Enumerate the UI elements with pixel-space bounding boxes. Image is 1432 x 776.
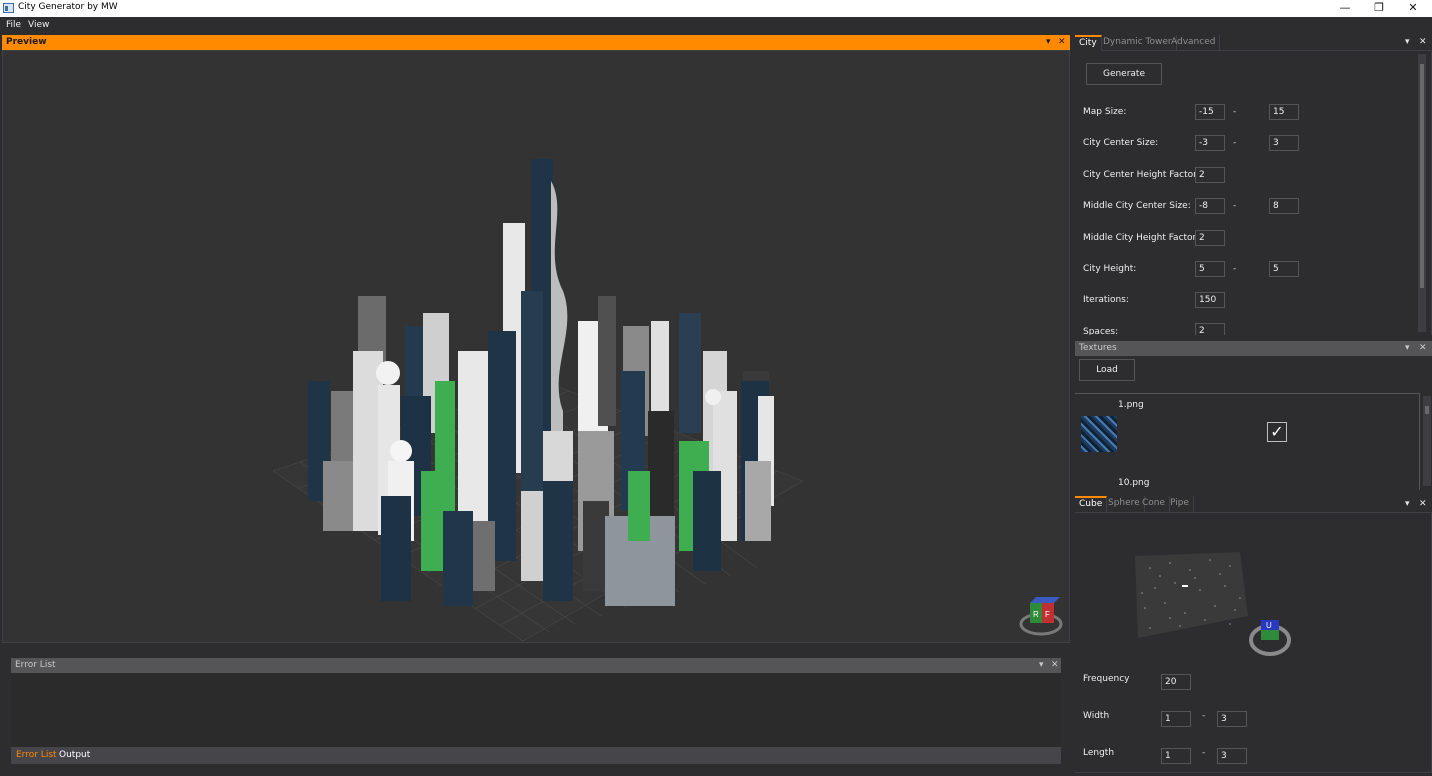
preview-header: Preview ▾ ✕ [2,35,1070,50]
error-list-body [11,673,1061,747]
svg-text:F: F [1045,610,1050,619]
city-height-label: City Height: [1083,264,1137,274]
minimize-icon[interactable]: — [1330,0,1360,17]
texture-name: 1.png [1118,400,1144,410]
svg-text:U: U [1266,621,1272,630]
middle-city-height-factor-label: Middle City Height Factor: [1083,233,1200,243]
middle-city-height-factor-input[interactable]: 2 [1195,230,1225,246]
middle-city-center-size-min-input[interactable]: -8 [1195,198,1225,214]
city-tabs: City Dynamic Tower Advanced ▾ ✕ [1075,35,1432,51]
range-dash: - [1233,138,1237,148]
pin-icon[interactable]: ▾ [1405,341,1410,356]
window-title: City Generator by MW [18,2,118,12]
primitive-tabs: Cube Sphere Cone Pipe ▾ ✕ [1075,496,1432,513]
menu-bar: File View [0,17,1432,34]
iterations-input[interactable]: 150 [1195,292,1225,308]
texture-thumbnail[interactable] [1081,416,1117,452]
app-icon [3,3,14,13]
texture-checkbox[interactable]: ✓ [1267,422,1287,442]
menu-view[interactable]: View [28,20,49,30]
primitive-panel: U Frequency 20 Width 1 - 3 Length 1 - 3 [1075,513,1432,773]
close-icon[interactable]: ✕ [1419,341,1427,356]
textures-header: Textures ▾ ✕ [1075,341,1432,356]
range-dash: - [1202,748,1206,758]
tab-cube[interactable]: Cube [1075,496,1108,512]
range-dash: - [1233,264,1237,274]
load-button[interactable]: Load [1079,359,1135,381]
frequency-label: Frequency [1083,674,1130,684]
title-bar: City Generator by MW — ❐ ✕ [0,0,1432,17]
tab-city[interactable]: City [1075,35,1102,51]
cube-preview[interactable]: U [1130,548,1300,663]
error-list-title: Error List [15,660,56,670]
width-min-input[interactable]: 1 [1161,711,1191,727]
length-max-input[interactable]: 3 [1217,748,1247,764]
dropdown-icon[interactable]: ▾ [1405,37,1410,47]
tab-advanced[interactable]: Advanced [1167,35,1221,51]
city-center-size-min-input[interactable]: -3 [1195,135,1225,151]
error-list-header: Error List ▾ ✕ [11,658,1061,673]
preview-viewport[interactable]: R F [2,50,1070,643]
range-dash: - [1233,107,1237,117]
orientation-cube-icon: R F [1019,597,1063,636]
range-dash: - [1202,711,1206,721]
close-icon[interactable]: ✕ [1419,499,1427,509]
city-center-height-factor-label: City Center Height Factor: [1083,170,1200,180]
tab-error-list[interactable]: Error List [16,750,57,760]
length-label: Length [1083,748,1115,758]
scrollbar-thumb[interactable] [1420,64,1424,288]
pin-icon[interactable]: ▾ [1039,658,1044,673]
texture-list: 1.png ✓ 10.png [1075,393,1431,490]
iterations-label: Iterations: [1083,295,1129,305]
preview-title: Preview [6,37,47,47]
pin-icon[interactable]: ▾ [1046,35,1051,50]
city-settings-panel: Generate Map Size: -15 - 15 City Center … [1075,52,1432,335]
dropdown-icon[interactable]: ▾ [1405,499,1410,509]
close-icon[interactable]: ✕ [1398,0,1428,17]
textures-panel: Load 1.png ✓ 10.png [1075,356,1432,490]
middle-city-center-size-max-input[interactable]: 8 [1269,198,1299,214]
svg-text:R: R [1033,610,1039,619]
restore-icon[interactable]: ❐ [1364,0,1394,17]
error-list-tabs: Error List Output [11,747,1061,764]
spaces-input[interactable]: 2 [1195,323,1225,335]
tab-output[interactable]: Output [59,750,90,760]
tab-dynamic-tower[interactable]: Dynamic Tower [1099,35,1177,51]
texture-name: 10.png [1118,478,1150,488]
city-center-height-factor-input[interactable]: 2 [1195,167,1225,183]
width-max-input[interactable]: 3 [1217,711,1247,727]
city-center-size-max-input[interactable]: 3 [1269,135,1299,151]
spaces-label: Spaces: [1083,327,1119,335]
tab-pipe[interactable]: Pipe [1166,496,1194,512]
frequency-input[interactable]: 20 [1161,674,1191,690]
map-size-max-input[interactable]: 15 [1269,104,1299,120]
city-center-size-label: City Center Size: [1083,138,1159,148]
generate-button[interactable]: Generate [1086,63,1162,85]
close-icon[interactable]: ✕ [1051,658,1059,673]
texture-scrollbar[interactable] [1423,396,1431,486]
menu-file[interactable]: File [6,20,21,30]
width-label: Width [1083,711,1110,721]
middle-city-center-size-label: Middle City Center Size: [1083,201,1191,211]
map-size-label: Map Size: [1083,107,1127,117]
range-dash: - [1233,201,1237,211]
city-height-max-input[interactable]: 5 [1269,261,1299,277]
close-icon[interactable]: ✕ [1419,37,1427,47]
textures-title: Textures [1079,343,1117,353]
close-icon[interactable]: ✕ [1058,35,1066,50]
scrollbar-thumb[interactable] [1425,406,1429,414]
length-min-input[interactable]: 1 [1161,748,1191,764]
city-scrollbar[interactable] [1418,54,1426,332]
city-height-min-input[interactable]: 5 [1195,261,1225,277]
map-size-min-input[interactable]: -15 [1195,104,1225,120]
city-scene: R F [272,159,1063,642]
